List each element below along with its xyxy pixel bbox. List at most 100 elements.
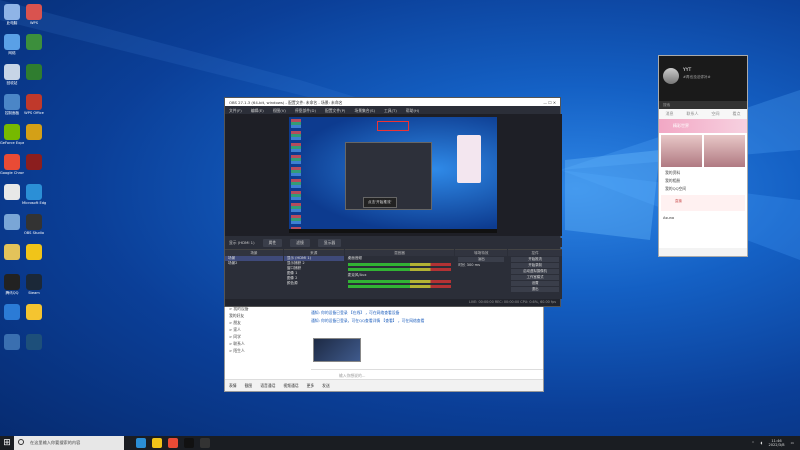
selection-box[interactable] [377, 121, 409, 131]
qq-banner[interactable]: 精彩世界 [659, 119, 747, 133]
notification-icon[interactable]: ▭ [791, 441, 794, 445]
qq-chat-item[interactable]: Asuna [659, 213, 747, 223]
taskbar-app-icon[interactable] [168, 438, 178, 448]
desktop-icon[interactable]: 控制面板 [0, 94, 24, 115]
desktop-icon[interactable]: OBS Studio [22, 214, 46, 235]
chat-toolbar-button[interactable]: 视频通话 [283, 383, 298, 388]
control-button[interactable]: 退出 [511, 287, 560, 292]
menu-item[interactable]: 视图(V) [273, 108, 286, 113]
source-item[interactable]: 颜色源 [284, 281, 344, 286]
obs-window[interactable]: OBS 27.1.3 (64-bit, windows) - 配置文件: 未命名… [224, 97, 563, 307]
preview-screen[interactable]: 点击'开始推流' [289, 117, 497, 233]
chat-toolbar-button[interactable]: 表情 [229, 383, 237, 388]
contact-group[interactable]: > 同学 [229, 333, 307, 340]
chat-toolbar-button[interactable]: 发送 [322, 383, 330, 388]
clock[interactable]: 11:46 2022/3/8 [768, 439, 784, 448]
desktop-icon[interactable] [0, 244, 24, 261]
chat-window[interactable]: > 我的设备 我的好友 > 朋友 > 家人 > 同学 > 联系人 > 陌生人 通知: 你的设… [224, 300, 544, 392]
menu-item[interactable]: 停靠部件(D) [295, 108, 316, 113]
duration-value[interactable]: 300 ms [467, 263, 480, 267]
contact-group[interactable]: > 家人 [229, 326, 307, 333]
qq-ad[interactable]: 直播 [661, 195, 745, 211]
desktop-icon[interactable] [0, 184, 24, 201]
desktop-icon[interactable] [22, 304, 46, 321]
taskbar-search[interactable]: 在这里输入你要搜索的内容 [14, 436, 124, 450]
control-button[interactable]: 工作室模式 [511, 275, 560, 280]
volume-meter[interactable] [347, 280, 452, 283]
start-button[interactable]: ⊞ [0, 436, 14, 450]
desktop-icon[interactable] [22, 244, 46, 261]
control-button[interactable]: 设置 [511, 281, 560, 286]
desktop-icon[interactable] [22, 124, 46, 141]
desktop-icon[interactable]: 腾讯QQ [0, 274, 24, 295]
qq-list-item[interactable]: 我的相册 [665, 177, 747, 185]
contact-group[interactable]: > 陌生人 [229, 347, 307, 354]
chat-toolbar-button[interactable]: 截图 [245, 383, 253, 388]
display-button[interactable]: 显示器 [317, 238, 342, 247]
desktop-icon[interactable] [0, 304, 24, 321]
contact-group[interactable]: 我的好友 [229, 312, 307, 319]
desktop-icon[interactable]: 网络 [0, 34, 24, 55]
menu-item[interactable]: 工具(T) [384, 108, 397, 113]
qq-photos[interactable] [659, 133, 747, 169]
qq-tab[interactable]: 联系人 [687, 109, 699, 119]
qq-tab[interactable]: 空间 [712, 109, 720, 119]
desktop-icon[interactable]: GeForce Experience [0, 124, 24, 145]
desktop-icon[interactable] [22, 334, 46, 351]
qq-list-item[interactable]: 我的QQ空间 [665, 185, 747, 193]
chat-toolbar-button[interactable]: 更多 [307, 383, 315, 388]
desktop-icon[interactable] [0, 214, 24, 231]
control-button[interactable]: 启动虚拟摄像机 [511, 269, 560, 274]
scene-item[interactable]: 场景2 [225, 261, 283, 266]
contact-group[interactable]: > 联系人 [229, 340, 307, 347]
message-input[interactable]: 输入你想说的... [311, 369, 543, 379]
chevron-up-icon[interactable]: ^ [752, 441, 755, 445]
desktop-icon[interactable]: WPS Office [22, 94, 46, 115]
desktop-icon[interactable]: Microsoft Edge [22, 184, 46, 205]
menu-item[interactable]: 场景集合(S) [354, 108, 375, 113]
transition-select[interactable]: 淡出 [458, 257, 505, 262]
screenshot-thumbnail[interactable] [313, 338, 361, 362]
qq-panel[interactable]: YYT #再也没法弥补# 搜索 消息 联系人 空间 看点 精彩世界 我的资料 我的相册我… [658, 55, 748, 257]
qq-search-input[interactable]: 搜索 [659, 101, 747, 109]
desktop-icon[interactable]: Steam [22, 274, 46, 295]
user-signature[interactable]: #再也没法弥补# [683, 75, 711, 80]
volume-icon[interactable]: ◖ [761, 441, 763, 445]
photo[interactable] [661, 135, 702, 167]
qq-tab[interactable]: 消息 [666, 109, 674, 119]
menu-item[interactable]: 文件(F) [229, 108, 242, 113]
volume-meter[interactable] [347, 268, 452, 271]
menu-item[interactable]: 编辑(E) [251, 108, 264, 113]
desktop-icon[interactable]: 回收站 [0, 64, 24, 85]
desktop-icon[interactable] [22, 34, 46, 51]
properties-button[interactable]: 属性 [262, 238, 283, 247]
taskbar-app-icon[interactable] [136, 438, 146, 448]
taskbar-app-icon[interactable] [152, 438, 162, 448]
photo[interactable] [704, 135, 745, 167]
filters-button[interactable]: 滤镜 [290, 238, 310, 247]
obs-preview[interactable]: 点击'开始推流' [225, 114, 562, 236]
desktop-icon[interactable] [0, 334, 24, 351]
chat-toolbar-button[interactable]: 语音通话 [260, 383, 275, 388]
volume-meter[interactable] [347, 263, 452, 266]
desktop-icon[interactable]: WPS [22, 4, 46, 25]
volume-meter[interactable] [347, 285, 452, 288]
desktop-icon[interactable]: 此电脑 [0, 4, 24, 25]
qq-tab[interactable]: 看点 [733, 109, 741, 119]
control-button[interactable]: 开始推流 [511, 257, 560, 262]
taskbar-app-icon[interactable] [200, 438, 210, 448]
taskbar-search-placeholder: 在这里输入你要搜索的内容 [30, 440, 81, 445]
window-controls[interactable]: — ☐ ✕ [543, 100, 556, 105]
menu-item[interactable]: 帮助(H) [406, 108, 419, 113]
avatar[interactable] [663, 68, 679, 84]
taskbar-app-icon[interactable] [184, 438, 194, 448]
contact-group[interactable]: > 朋友 [229, 319, 307, 326]
desktop-icon[interactable]: Google Chrome [0, 154, 24, 175]
qq-list-item[interactable]: 我的资料 [665, 169, 747, 177]
obs-titlebar[interactable]: OBS 27.1.3 (64-bit, windows) - 配置文件: 未命名… [225, 98, 560, 106]
contact-tree[interactable]: > 我的设备 我的好友 > 朋友 > 家人 > 同学 > 联系人 > 陌生人 [229, 305, 307, 354]
desktop-icon[interactable] [22, 154, 46, 171]
control-button[interactable]: 开始录制 [511, 263, 560, 268]
desktop-icon[interactable] [22, 64, 46, 81]
menu-item[interactable]: 配置文件(P) [325, 108, 345, 113]
